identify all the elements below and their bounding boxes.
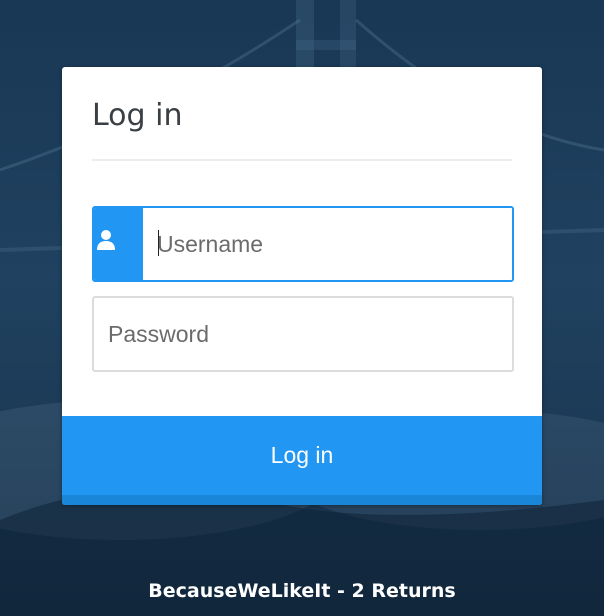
username-field-group (92, 206, 514, 282)
text-cursor (158, 230, 159, 256)
login-button[interactable]: Log in (62, 416, 542, 505)
page-title: Log in (92, 98, 183, 133)
password-input[interactable] (92, 296, 514, 372)
user-icon (97, 230, 115, 250)
login-card: Log in Log in (62, 67, 542, 505)
footer-text: BecauseWeLikeIt - 2 Returns (148, 580, 456, 602)
username-input[interactable] (143, 208, 512, 280)
title-divider (92, 159, 512, 161)
user-icon-box (94, 208, 143, 280)
